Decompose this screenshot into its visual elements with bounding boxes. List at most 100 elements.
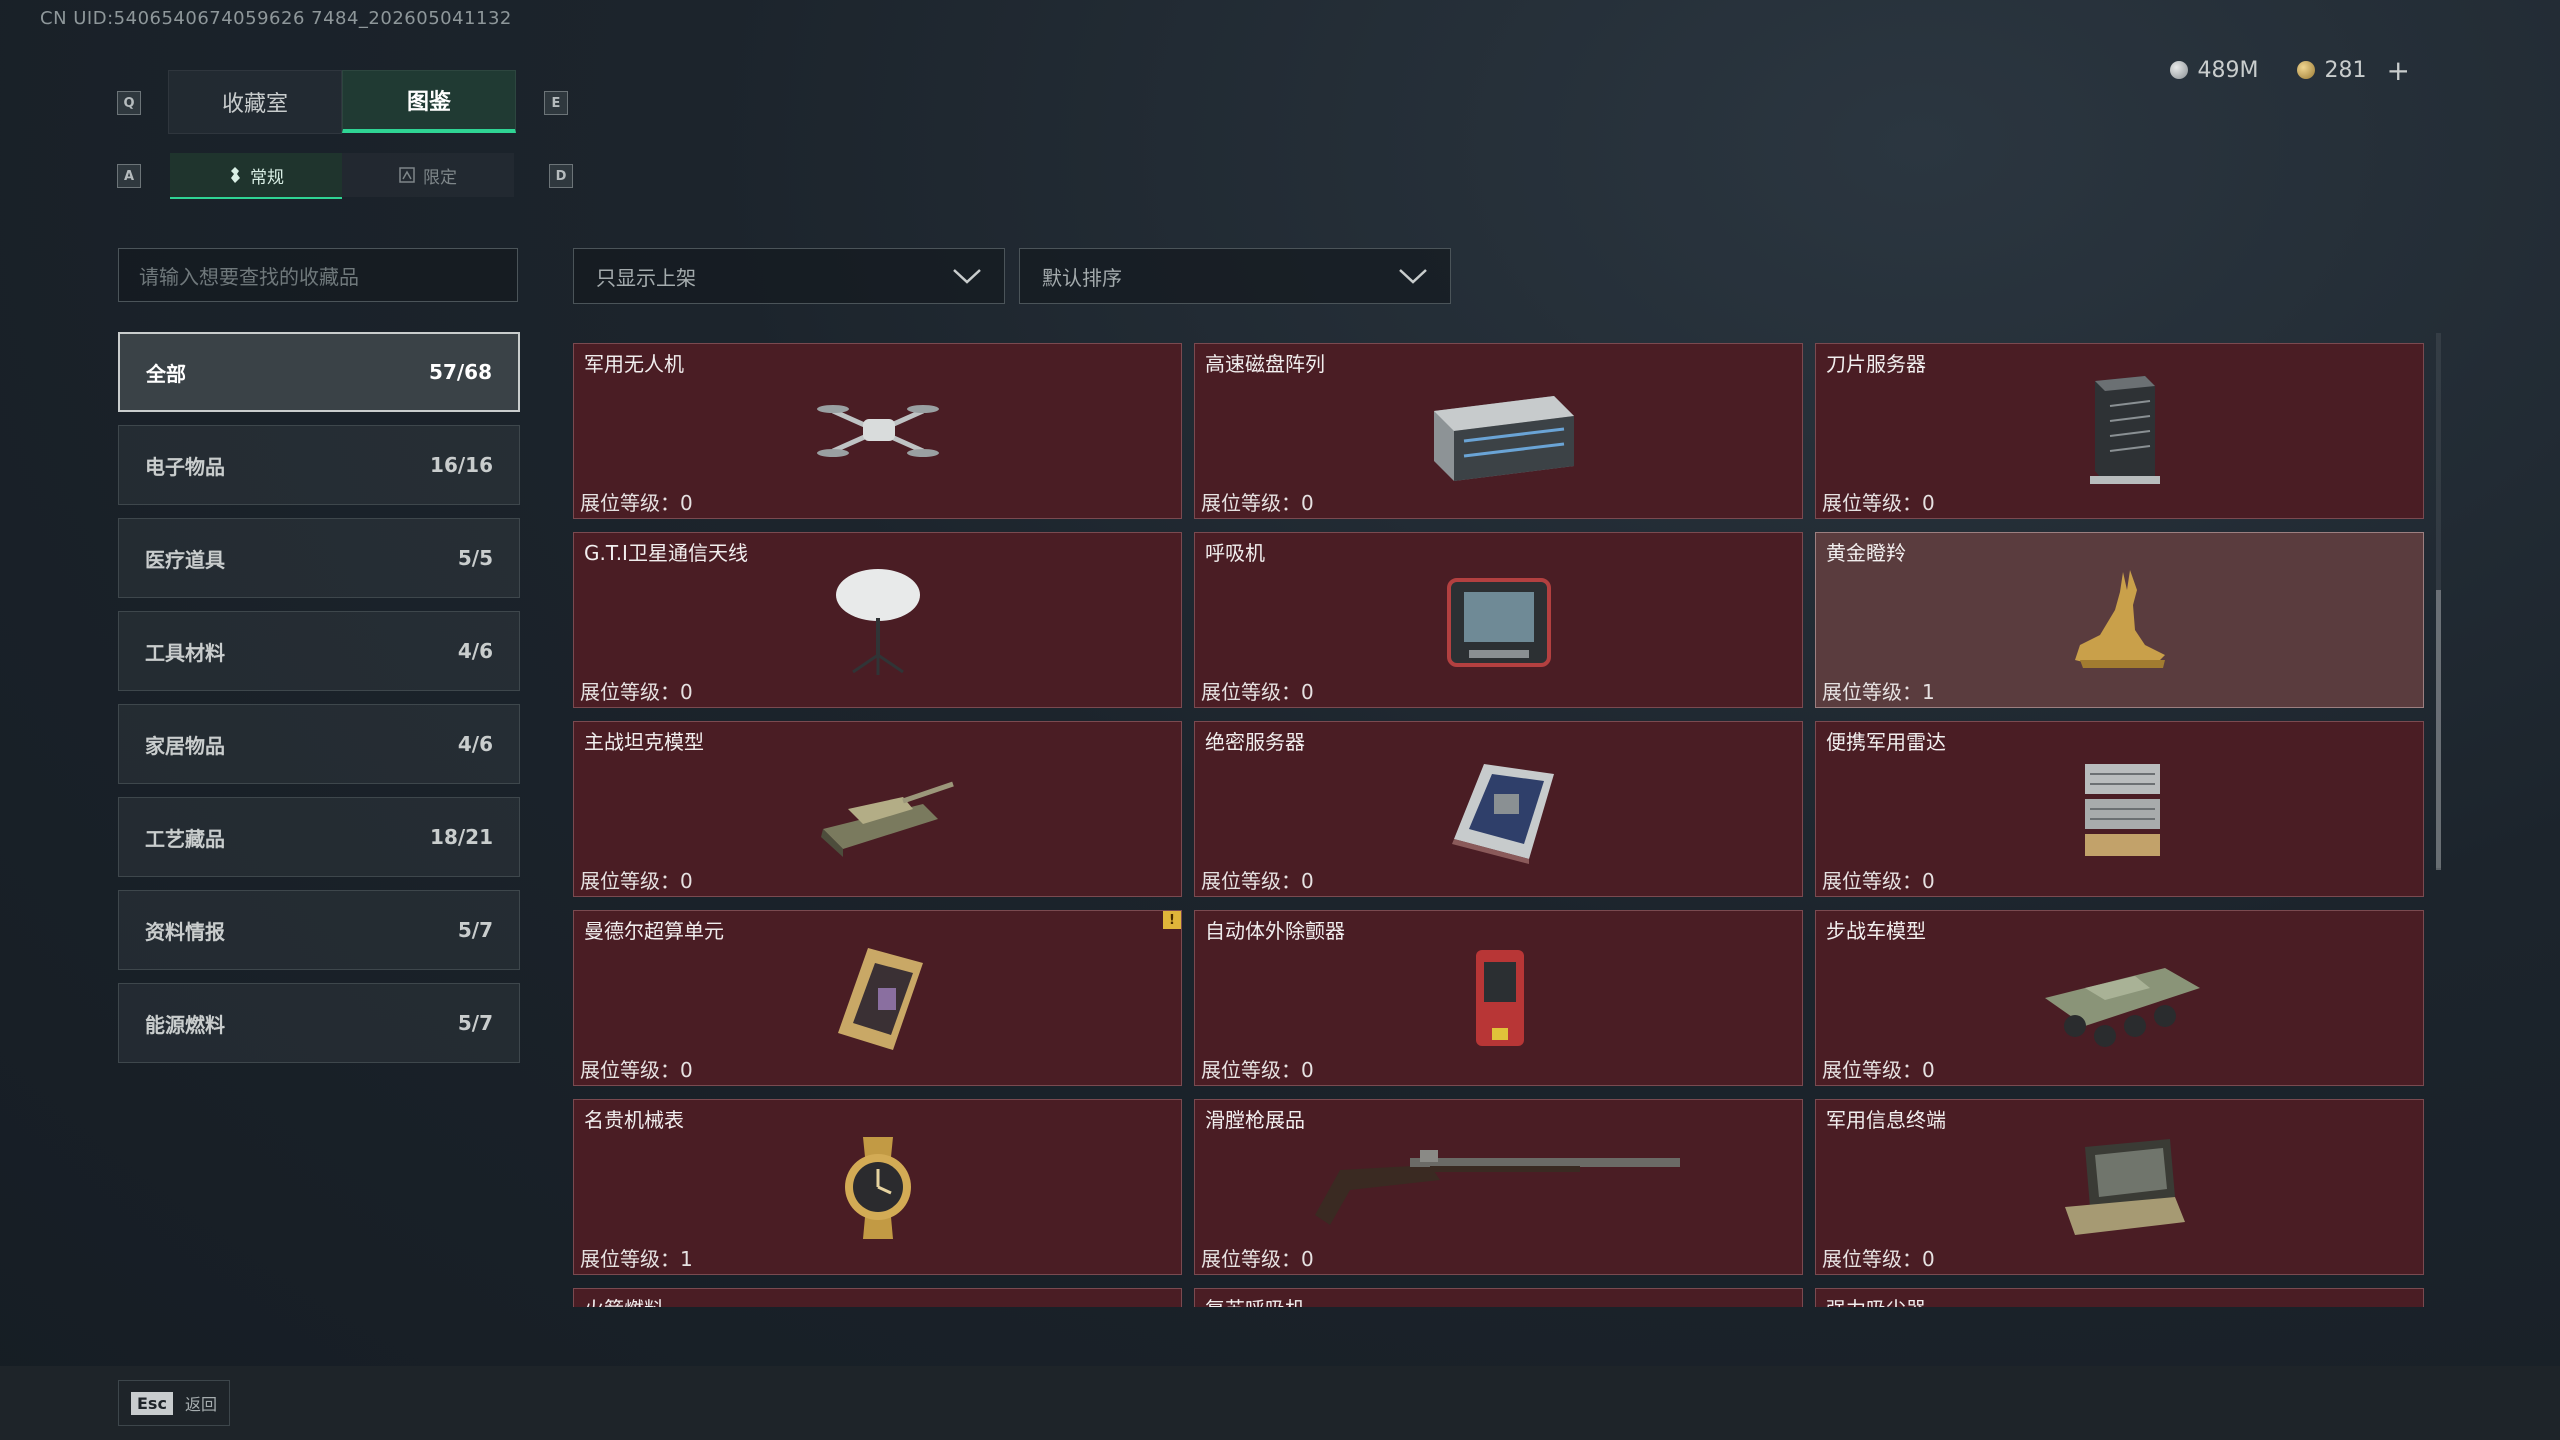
item-card[interactable]: 绝密服务器 展位等级：0 bbox=[1194, 721, 1803, 897]
item-level: 展位等级：0 bbox=[580, 1054, 693, 1083]
ifv-model-icon bbox=[2044, 968, 2200, 1047]
category-intel[interactable]: 资料情报 5/7 bbox=[118, 890, 520, 970]
esc-key-hint: Esc bbox=[131, 1391, 173, 1415]
item-card[interactable]: 黄金瞪羚 展位等级：1 bbox=[1815, 532, 2424, 708]
back-label: 返回 bbox=[184, 1395, 217, 1414]
item-name: 高速磁盘阵列 bbox=[1205, 352, 1325, 376]
item-name: 步战车模型 bbox=[1826, 919, 1926, 943]
item-card[interactable]: 军用无人机 展位等级：0 bbox=[573, 343, 1182, 519]
grid-scroll-thumb[interactable] bbox=[2436, 590, 2441, 870]
level-value: 0 bbox=[1301, 1058, 1314, 1082]
item-level: 展位等级：0 bbox=[1201, 1243, 1314, 1272]
sort-dropdown[interactable]: 默认排序 bbox=[1019, 248, 1451, 304]
item-card[interactable]: 复苏呼吸机 bbox=[1194, 1288, 1803, 1307]
level-label: 展位等级： bbox=[1822, 869, 1922, 893]
satellite-dish-icon bbox=[835, 569, 920, 675]
back-button[interactable]: Esc 返回 bbox=[118, 1380, 230, 1426]
item-card[interactable]: 步战车模型 展位等级：0 bbox=[1815, 910, 2424, 1086]
tank-model-icon bbox=[820, 781, 954, 857]
level-value: 0 bbox=[1922, 1247, 1935, 1271]
item-level: 展位等级：0 bbox=[1201, 487, 1314, 516]
item-card[interactable]: 曼德尔超算单元 ! 展位等级：0 bbox=[573, 910, 1182, 1086]
category-count: 57/68 bbox=[429, 360, 492, 384]
level-label: 展位等级： bbox=[580, 680, 680, 704]
item-card[interactable]: 滑膛枪展品 展位等级：0 bbox=[1194, 1099, 1803, 1275]
search-input[interactable]: 请输入想要查找的收藏品 bbox=[118, 248, 518, 302]
tab-catalog[interactable]: 图鉴 bbox=[342, 70, 516, 133]
item-card[interactable]: 刀片服务器 展位等级：0 bbox=[1815, 343, 2424, 519]
item-card[interactable]: 名贵机械表 展位等级：1 bbox=[573, 1099, 1182, 1275]
chevron-down-icon bbox=[1399, 269, 1427, 284]
item-card[interactable]: 呼吸机 展位等级：0 bbox=[1194, 532, 1803, 708]
category-household[interactable]: 家居物品 4/6 bbox=[118, 704, 520, 784]
gold-currency: 281 + bbox=[2296, 54, 2410, 87]
drone-icon bbox=[816, 405, 939, 457]
tab-collection-room[interactable]: 收藏室 bbox=[168, 70, 342, 134]
uid-text: CN UID:5406540674059626 7484_20260504113… bbox=[40, 8, 512, 29]
military-terminal-icon bbox=[2064, 1139, 2185, 1235]
display-filter-dropdown[interactable]: 只显示上架 bbox=[573, 248, 1005, 304]
item-grid: 军用无人机 展位等级：0 高速磁盘阵列 展位等级：0 刀片服务器 展位等级：0 bbox=[573, 343, 2425, 1307]
add-currency-button[interactable]: + bbox=[2387, 54, 2410, 87]
category-count: 16/16 bbox=[430, 453, 493, 477]
item-name: 主战坦克模型 bbox=[584, 730, 704, 754]
item-card[interactable]: 火箭燃料 bbox=[573, 1288, 1182, 1307]
item-card[interactable]: 军用信息终端 展位等级：0 bbox=[1815, 1099, 2424, 1275]
level-value: 1 bbox=[680, 1247, 693, 1271]
level-value: 1 bbox=[1922, 680, 1935, 704]
level-label: 展位等级： bbox=[1822, 680, 1922, 704]
regular-icon bbox=[231, 167, 240, 183]
item-name: 曼德尔超算单元 bbox=[584, 919, 724, 943]
category-tools[interactable]: 工具材料 4/6 bbox=[118, 611, 520, 691]
item-card[interactable]: 高速磁盘阵列 展位等级：0 bbox=[1194, 343, 1803, 519]
item-level: 展位等级：1 bbox=[1822, 676, 1935, 705]
gold-coin-icon bbox=[2296, 61, 2315, 79]
item-level: 展位等级：0 bbox=[1822, 865, 1935, 894]
item-name: 名贵机械表 bbox=[584, 1108, 684, 1132]
item-name: 强力吸尘器 bbox=[1826, 1293, 1926, 1307]
blade-server-icon bbox=[2089, 376, 2160, 484]
category-all[interactable]: 全部 57/68 bbox=[118, 332, 520, 412]
silver-amount: 489M bbox=[2197, 57, 2259, 83]
category-crafts[interactable]: 工艺藏品 18/21 bbox=[118, 797, 520, 877]
category-list: 全部 57/68 电子物品 16/16 医疗道具 5/5 工具材料 4/6 家居物品 4/… bbox=[118, 332, 520, 1076]
ventilator-icon bbox=[1446, 578, 1551, 667]
item-level: 展位等级：0 bbox=[580, 487, 693, 516]
item-card[interactable]: 主战坦克模型 展位等级：0 bbox=[573, 721, 1182, 897]
supercomputer-unit-icon bbox=[837, 948, 923, 1050]
level-label: 展位等级： bbox=[580, 869, 680, 893]
subtab-limited-label: 限定 bbox=[423, 167, 457, 188]
category-electronics[interactable]: 电子物品 16/16 bbox=[118, 425, 520, 505]
level-value: 0 bbox=[1301, 680, 1314, 704]
gold-amount: 281 bbox=[2324, 57, 2367, 83]
category-medical[interactable]: 医疗道具 5/5 bbox=[118, 518, 520, 598]
level-value: 0 bbox=[1922, 1058, 1935, 1082]
category-label: 工艺藏品 bbox=[145, 826, 225, 851]
level-label: 展位等级： bbox=[1201, 491, 1301, 515]
secret-server-icon bbox=[1451, 764, 1554, 864]
category-energy[interactable]: 能源燃料 5/7 bbox=[118, 983, 520, 1063]
subtab-limited[interactable]: 限定 bbox=[342, 153, 514, 197]
item-name: 军用信息终端 bbox=[1826, 1108, 1946, 1132]
item-card[interactable]: G.T.I卫星通信天线 展位等级：0 bbox=[573, 532, 1182, 708]
display-filter-value: 只显示上架 bbox=[596, 265, 696, 290]
item-name: 军用无人机 bbox=[584, 352, 684, 376]
item-name: 滑膛枪展品 bbox=[1205, 1108, 1305, 1132]
level-label: 展位等级： bbox=[1822, 491, 1922, 515]
item-level: 展位等级：0 bbox=[1822, 1243, 1935, 1272]
item-level: 展位等级：0 bbox=[1201, 1054, 1314, 1083]
level-value: 0 bbox=[680, 680, 693, 704]
item-card[interactable]: 自动体外除颤器 展位等级：0 bbox=[1194, 910, 1803, 1086]
key-hint-d: D bbox=[549, 164, 573, 188]
level-label: 展位等级： bbox=[1201, 869, 1301, 893]
key-hint-e: E bbox=[544, 91, 568, 115]
musket-icon bbox=[1315, 1150, 1680, 1225]
item-card[interactable]: 便携军用雷达 展位等级：0 bbox=[1815, 721, 2424, 897]
chevron-down-icon bbox=[953, 269, 981, 284]
defibrillator-icon bbox=[1475, 950, 1524, 1046]
subtab-regular[interactable]: 常规 bbox=[170, 153, 342, 199]
item-card[interactable]: 强力吸尘器 bbox=[1815, 1288, 2424, 1307]
item-name: 便携军用雷达 bbox=[1826, 730, 1946, 754]
silver-coin-icon bbox=[2169, 61, 2188, 79]
item-level: 展位等级：0 bbox=[1822, 487, 1935, 516]
